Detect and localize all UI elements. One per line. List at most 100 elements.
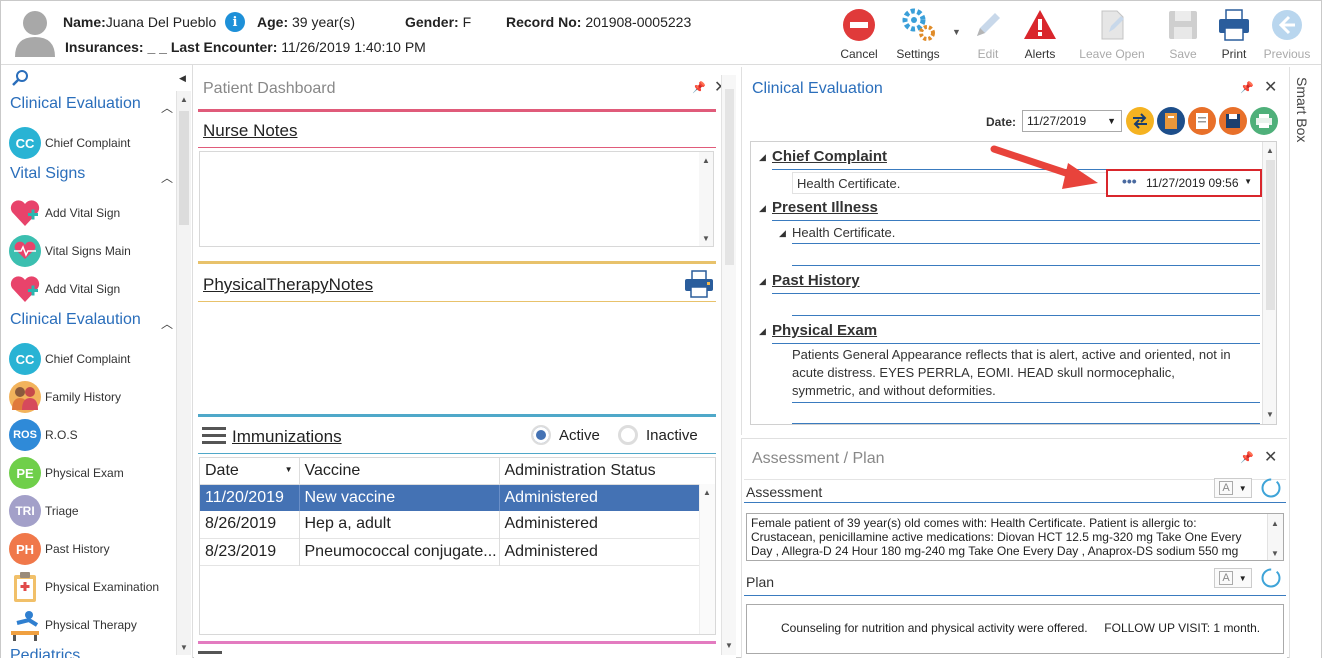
- table-cell: New vaccine: [299, 484, 500, 511]
- nav-item-add-vital-sign[interactable]: Add Vital Sign: [9, 196, 120, 230]
- settings-button[interactable]: Settings: [890, 7, 946, 63]
- smart-box-tab[interactable]: Smart Box: [1289, 67, 1321, 658]
- assessment-textarea[interactable]: Female patient of 39 year(s) old comes w…: [746, 513, 1284, 561]
- font-format-button[interactable]: A ▼: [1214, 568, 1252, 588]
- save-button[interactable]: Save: [1155, 7, 1211, 63]
- scroll-thumb[interactable]: [1266, 160, 1275, 310]
- nav-item-ros[interactable]: ROS R.O.S: [9, 418, 78, 452]
- info-icon[interactable]: i: [225, 12, 245, 32]
- dashboard-scrollbar[interactable]: ▼: [721, 75, 736, 655]
- chevron-down-icon[interactable]: ▼: [1107, 111, 1116, 131]
- cc-datetime: 11/27/2019 09:56: [1146, 176, 1239, 190]
- scroll-up-icon[interactable]: ▲: [177, 95, 191, 104]
- swap-button[interactable]: [1126, 107, 1154, 135]
- active-radio[interactable]: Active: [531, 425, 600, 445]
- nav-item-chief-complaint[interactable]: CC Chief Complaint: [9, 126, 130, 160]
- scroll-up-icon[interactable]: ▲: [1263, 146, 1276, 155]
- nav-section-clinical-evaluation[interactable]: Clinical Evaluation: [10, 95, 141, 113]
- menu-icon[interactable]: [202, 425, 226, 450]
- scroll-up-icon[interactable]: ▲: [1268, 517, 1282, 531]
- collapse-triangle-icon[interactable]: ◢: [779, 228, 786, 239]
- nav-item-physical-exam[interactable]: PE Physical Exam: [9, 456, 124, 490]
- physical-exam-heading[interactable]: Physical Exam: [772, 322, 877, 339]
- table-scrollbar[interactable]: ▲: [699, 484, 715, 634]
- nav-item-triage[interactable]: TRI Triage: [9, 494, 79, 528]
- cc-datetime-picker[interactable]: ••• 11/27/2019 09:56 ▼: [1106, 169, 1262, 197]
- alerts-button[interactable]: Alerts: [1012, 7, 1068, 63]
- collapse-triangle-icon[interactable]: ◢: [759, 326, 766, 337]
- nav-section-vital-signs[interactable]: Vital Signs: [10, 165, 85, 183]
- plan-textarea[interactable]: Counseling for nutrition and physical ac…: [746, 604, 1284, 654]
- previous-button[interactable]: Previous: [1259, 7, 1315, 63]
- more-dots-icon[interactable]: •••: [1122, 173, 1137, 189]
- nurse-notes-heading[interactable]: Nurse Notes: [203, 121, 297, 141]
- scroll-thumb[interactable]: [179, 111, 189, 225]
- pin-icon[interactable]: 📌: [1240, 81, 1254, 94]
- evaluation-scrollbar[interactable]: ▲ ▼: [1262, 142, 1276, 424]
- chevron-down-icon[interactable]: ▼: [1244, 177, 1252, 186]
- nav-item-vital-signs-main[interactable]: Vital Signs Main: [9, 234, 131, 268]
- chevron-up-icon[interactable]: ︿: [161, 99, 173, 116]
- pt-notes-underline: [198, 301, 716, 302]
- collapse-triangle-icon[interactable]: ◢: [759, 152, 766, 163]
- nav-section-clinical-evalaution[interactable]: Clinical Evalaution: [10, 311, 141, 329]
- nav-section-pediatrics[interactable]: Pediatrics: [10, 647, 80, 658]
- collapse-triangle-icon[interactable]: ◢: [759, 203, 766, 214]
- column-header-vaccine[interactable]: Vaccine: [299, 458, 500, 484]
- past-history-heading[interactable]: Past History: [772, 272, 860, 289]
- nav-item-family-history[interactable]: Family History: [9, 380, 121, 414]
- scroll-thumb[interactable]: [725, 89, 734, 265]
- scroll-up-icon[interactable]: ▲: [700, 488, 714, 497]
- sort-down-icon[interactable]: ▼: [285, 465, 293, 474]
- date-picker[interactable]: 11/27/2019 ▼: [1022, 110, 1122, 132]
- leave-open-button[interactable]: Leave Open: [1079, 7, 1145, 63]
- scroll-down-icon[interactable]: ▼: [699, 234, 713, 243]
- textbox-scrollbar[interactable]: ▲ ▼: [699, 152, 713, 246]
- table-row[interactable]: 11/20/2019 New vaccine Administered: [200, 484, 699, 511]
- nurse-notes-textbox[interactable]: ▲ ▼: [199, 151, 714, 247]
- chevron-up-icon[interactable]: ︿: [161, 315, 173, 332]
- menu-icon[interactable]: [198, 651, 222, 654]
- chief-complaint-heading[interactable]: Chief Complaint: [772, 148, 887, 165]
- scroll-down-icon[interactable]: ▼: [177, 643, 191, 652]
- scroll-down-icon[interactable]: ▼: [1268, 547, 1282, 560]
- column-header-status[interactable]: Administration Status: [499, 458, 699, 484]
- printer-icon[interactable]: [683, 270, 715, 303]
- refresh-icon[interactable]: [1260, 567, 1282, 594]
- cancel-button[interactable]: Cancel: [831, 7, 887, 63]
- pin-icon[interactable]: 📌: [692, 81, 706, 94]
- font-format-button[interactable]: A ▼: [1214, 478, 1252, 498]
- inactive-radio[interactable]: Inactive: [618, 425, 698, 445]
- nav-item-past-history[interactable]: PH Past History: [9, 532, 110, 566]
- close-icon[interactable]: ✕: [1264, 77, 1277, 97]
- textarea-scrollbar[interactable]: ▲ ▼: [1267, 514, 1283, 560]
- document-button[interactable]: [1188, 107, 1216, 135]
- scroll-down-icon[interactable]: ▼: [1263, 410, 1276, 419]
- scroll-down-icon[interactable]: ▼: [722, 641, 736, 650]
- save-button[interactable]: [1219, 107, 1247, 135]
- nav-item-chief-complaint[interactable]: CC Chief Complaint: [9, 342, 130, 376]
- search-icon[interactable]: [11, 69, 29, 92]
- table-row[interactable]: 8/26/2019 Hep a, adult Administered: [200, 511, 699, 538]
- pt-notes-heading[interactable]: PhysicalTherapyNotes: [203, 275, 373, 295]
- nav-item-physical-examination[interactable]: Physical Examination: [9, 570, 159, 604]
- book-button[interactable]: [1157, 107, 1185, 135]
- nav-item-add-vital-sign[interactable]: Add Vital Sign: [9, 272, 120, 306]
- column-header-date[interactable]: Date ▼: [200, 458, 300, 484]
- immunizations-heading[interactable]: Immunizations: [232, 427, 342, 447]
- chevron-up-icon[interactable]: ︿: [161, 169, 173, 186]
- print-button[interactable]: [1250, 107, 1278, 135]
- collapse-triangle-icon[interactable]: ◢: [759, 276, 766, 287]
- present-illness-heading[interactable]: Present Illness: [772, 199, 878, 216]
- print-button[interactable]: Print: [1206, 7, 1262, 63]
- patient-header: Name:Juana Del Pueblo i Age: 39 year(s) …: [1, 1, 1321, 65]
- table-row[interactable]: 8/23/2019 Pneumococcal conjugate... Admi…: [200, 538, 699, 565]
- close-icon[interactable]: ✕: [1264, 447, 1277, 467]
- pin-icon[interactable]: 📌: [1240, 451, 1254, 464]
- scroll-up-icon[interactable]: ▲: [699, 156, 713, 165]
- nav-scrollbar[interactable]: ▲ ▼: [176, 91, 191, 655]
- collapse-nav-icon[interactable]: ◀: [179, 73, 186, 84]
- refresh-icon[interactable]: [1260, 477, 1282, 504]
- edit-button[interactable]: Edit: [960, 7, 1016, 63]
- nav-item-physical-therapy[interactable]: Physical Therapy: [9, 608, 137, 642]
